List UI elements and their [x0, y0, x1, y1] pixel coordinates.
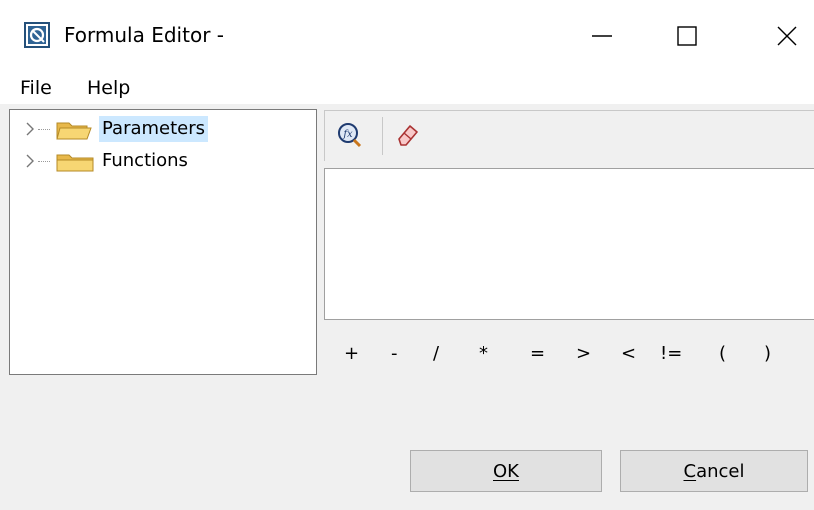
toolbar-separator — [382, 117, 383, 155]
tree-connector — [38, 161, 50, 162]
close-icon — [777, 26, 797, 46]
operator-bar: + - / * = > < != ( ) — [0, 342, 814, 366]
operator-plus[interactable]: + — [344, 342, 359, 366]
eraser-icon — [398, 125, 418, 146]
folder-icon — [56, 154, 94, 172]
maximize-icon — [677, 26, 697, 46]
tree-item-functions[interactable]: Functions — [10, 147, 310, 175]
chevron-right-icon[interactable] — [24, 121, 36, 137]
operator-open-paren[interactable]: ( — [719, 342, 726, 366]
tree-panel[interactable]: Parameters Functions — [9, 109, 317, 375]
svg-text:fx: fx — [342, 129, 353, 140]
ok-button[interactable]: OK — [410, 450, 602, 492]
function-search-icon: fx — [338, 123, 362, 148]
operator-equals[interactable]: = — [530, 342, 545, 366]
formula-toolbar: fx — [324, 110, 814, 161]
operator-less-than[interactable]: < — [621, 342, 636, 366]
cancel-button[interactable]: Cancel — [620, 450, 808, 492]
maximize-button[interactable] — [657, 14, 717, 58]
minimize-button[interactable] — [572, 14, 632, 58]
function-search-button[interactable]: fx — [333, 119, 367, 151]
chevron-right-icon[interactable] — [24, 153, 36, 169]
title-bar: Formula Editor - — [0, 0, 814, 72]
menu-bar: File Help — [0, 72, 814, 104]
operator-greater-than[interactable]: > — [576, 342, 591, 366]
menu-help[interactable]: Help — [87, 76, 130, 100]
operator-not-equal[interactable]: != — [660, 342, 682, 366]
clear-button[interactable] — [391, 119, 425, 151]
cancel-label: Cancel — [683, 460, 745, 482]
app-logo-icon — [24, 22, 50, 48]
tree-connector — [38, 129, 50, 130]
folder-open-icon — [56, 122, 92, 140]
operator-multiply[interactable]: * — [479, 342, 488, 366]
operator-minus[interactable]: - — [391, 342, 398, 366]
formula-editor-area[interactable] — [324, 168, 814, 320]
operator-close-paren[interactable]: ) — [764, 342, 771, 366]
window-title: Formula Editor - — [64, 23, 224, 47]
tree-item-label[interactable]: Functions — [99, 148, 191, 174]
tree-item-label[interactable]: Parameters — [99, 116, 209, 142]
close-button[interactable] — [757, 14, 814, 58]
operator-divide[interactable]: / — [433, 342, 439, 366]
menu-file[interactable]: File — [20, 76, 52, 100]
minimize-icon — [592, 35, 612, 37]
ok-label: OK — [493, 460, 519, 482]
tree-item-parameters[interactable]: Parameters — [10, 115, 310, 143]
